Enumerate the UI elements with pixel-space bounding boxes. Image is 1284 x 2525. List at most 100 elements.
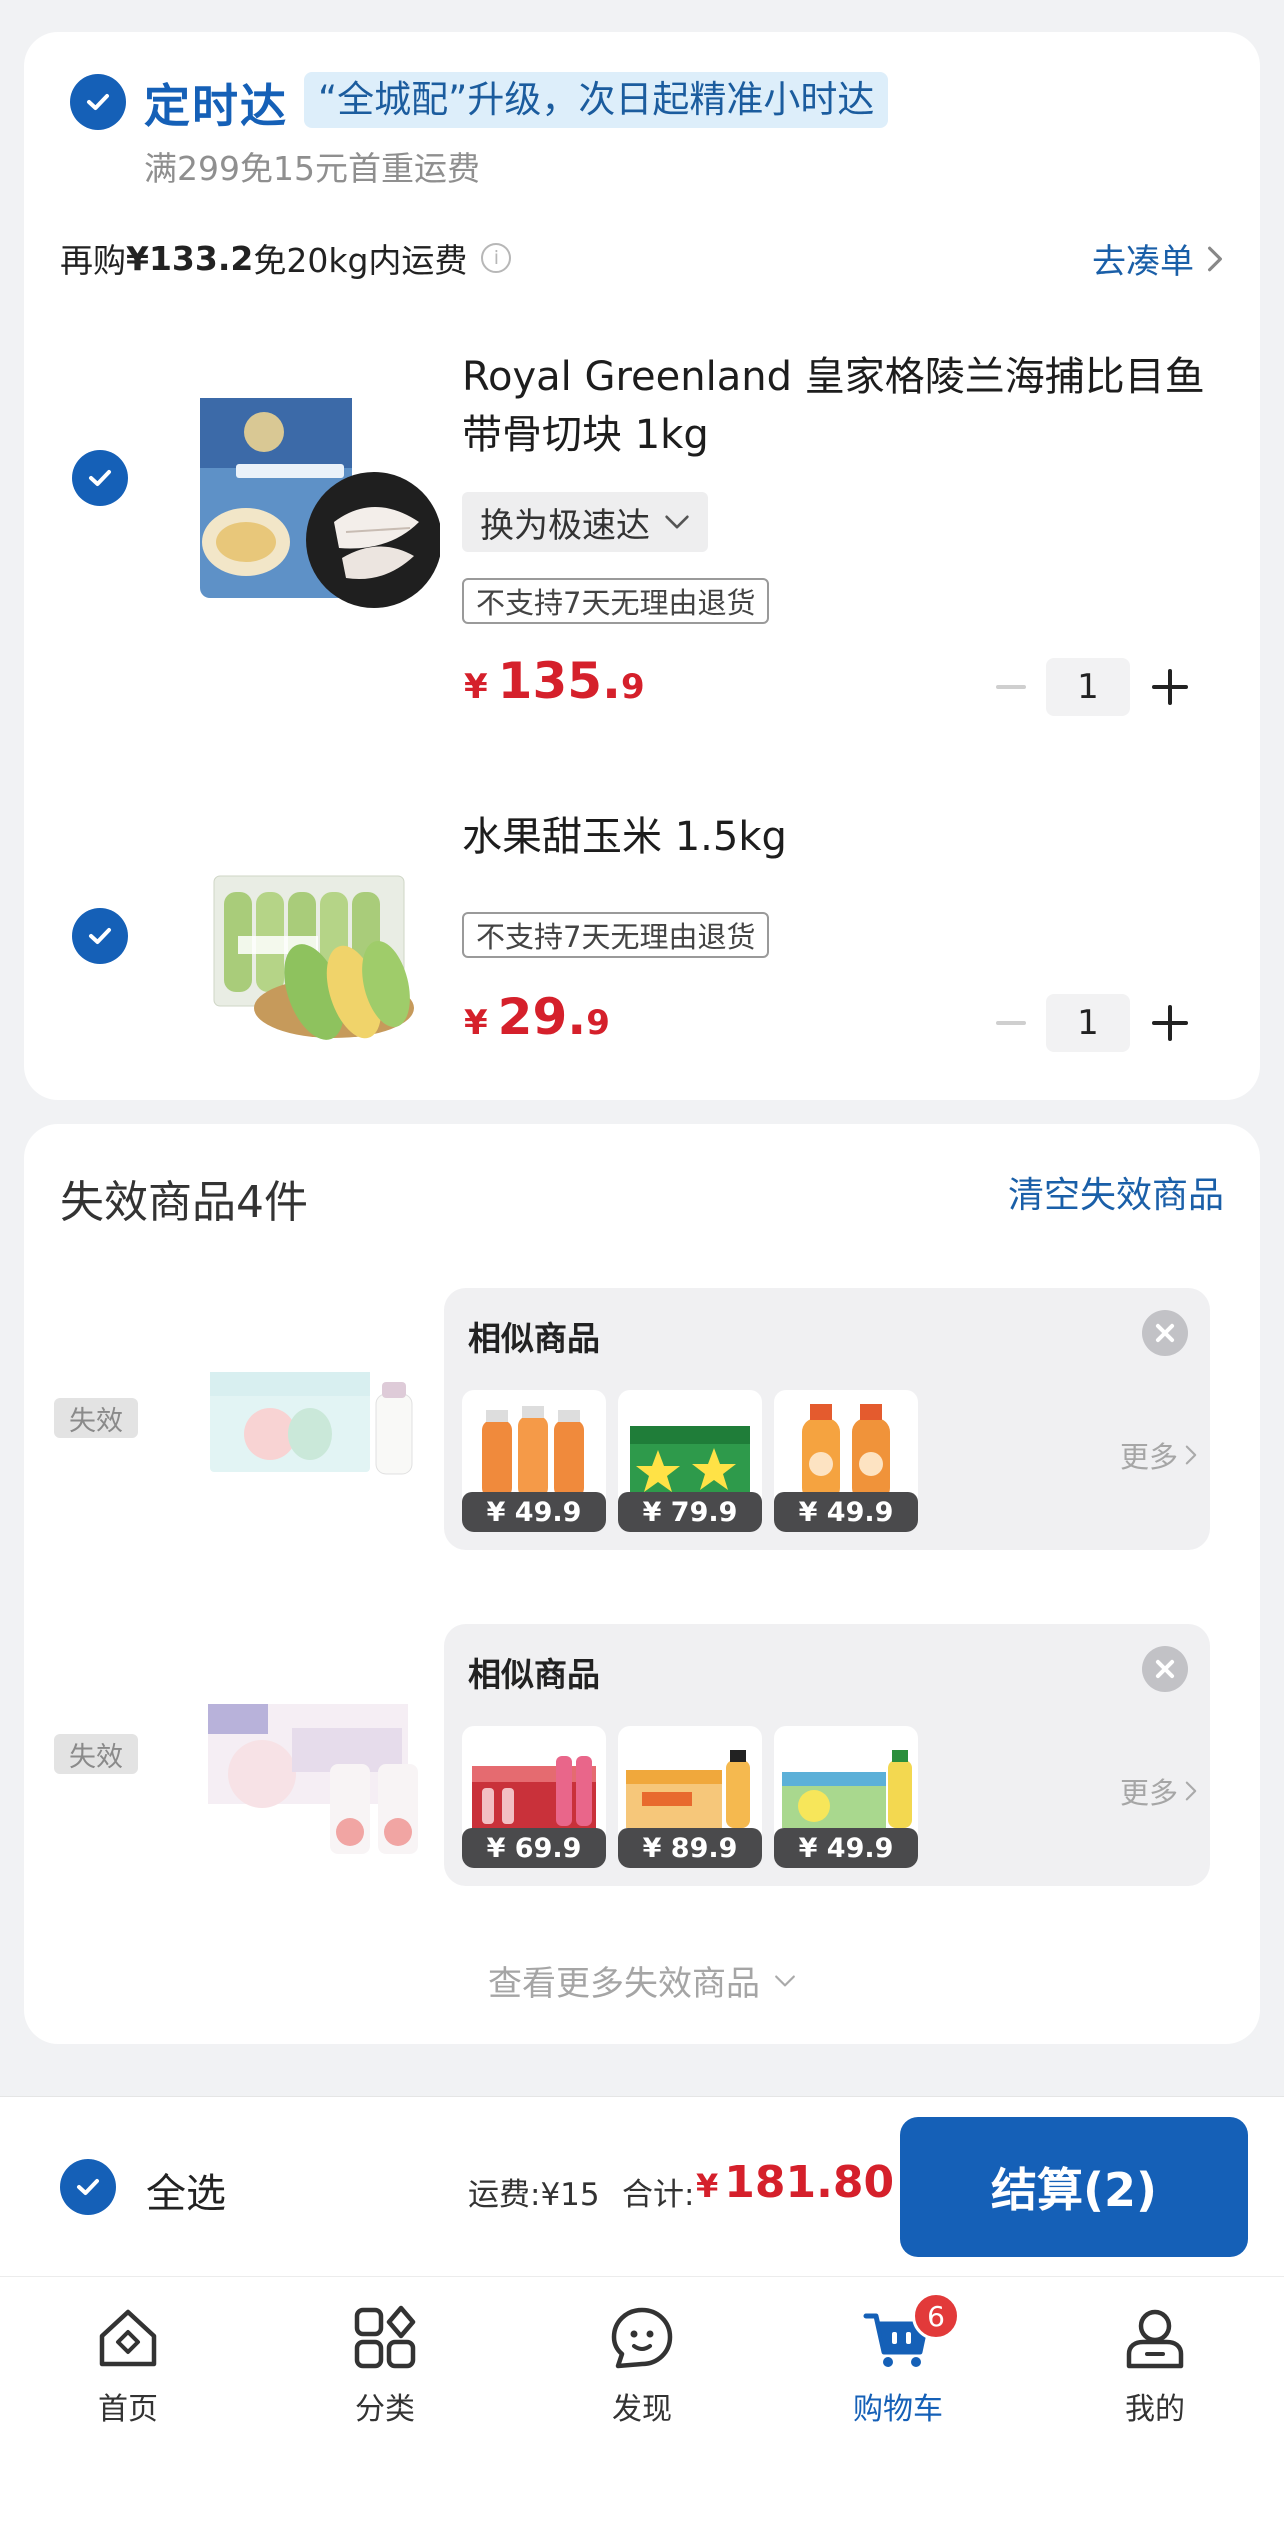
quantity-value[interactable]: 1 xyxy=(1046,994,1130,1052)
close-icon[interactable] xyxy=(1142,1646,1188,1692)
similar-product[interactable]: ¥ 79.9 xyxy=(618,1390,762,1532)
product-price: ¥ 135. 9 xyxy=(464,652,645,710)
price-integer: 135. xyxy=(497,652,622,710)
no-return-tag: 不支持7天无理由退货 xyxy=(462,912,770,958)
increase-button[interactable] xyxy=(1152,669,1188,705)
add-more-link[interactable]: 去凑单 xyxy=(1092,234,1224,283)
similar-product[interactable]: ¥ 49.9 xyxy=(774,1726,918,1868)
price-decimal: 9 xyxy=(586,1003,610,1043)
similar-title: 相似商品 xyxy=(468,1319,600,1358)
increase-button[interactable] xyxy=(1152,1005,1188,1041)
category-icon xyxy=(354,2305,416,2369)
invalid-header: 失效商品4件 xyxy=(60,1177,308,1228)
similar-price: ¥ 49.9 xyxy=(774,1828,918,1868)
invalid-badge: 失效 xyxy=(54,1398,138,1438)
product-title[interactable]: Royal Greenland 皇家格陵兰海捕比目鱼带骨切块 1kg xyxy=(462,348,1222,464)
tab-home[interactable]: 首页 xyxy=(48,2302,208,2428)
check-icon xyxy=(89,470,111,486)
profile-icon xyxy=(1126,2309,1184,2369)
checkout-bar: 全选 运费:¥15 合计: ¥ 181.80 结算(2) xyxy=(0,2096,1284,2276)
similar-product[interactable]: ¥ 89.9 xyxy=(618,1726,762,1868)
price-integer: 29. xyxy=(497,988,587,1046)
product-image-halibut[interactable] xyxy=(174,352,440,614)
tab-home-label: 首页 xyxy=(98,2392,158,2427)
clear-invalid-link[interactable]: 清空失效商品 xyxy=(1008,1166,1224,1218)
more-similar-link[interactable]: 更多 xyxy=(1120,1434,1198,1476)
chevron-right-icon xyxy=(1185,1445,1197,1465)
add-more-label: 去凑单 xyxy=(1092,242,1194,282)
similar-product[interactable]: ¥ 49.9 xyxy=(774,1390,918,1532)
similar-product[interactable]: ¥ 49.9 xyxy=(462,1390,606,1532)
similar-price: ¥ 89.9 xyxy=(618,1828,762,1868)
tab-cart-label: 购物车 xyxy=(853,2392,943,2427)
shipping-fee: 运费:¥15 xyxy=(468,2177,600,2213)
price-currency: ¥ xyxy=(464,1003,488,1043)
item-checkbox[interactable] xyxy=(72,908,128,964)
select-all-label[interactable]: 全选 xyxy=(146,2161,226,2219)
select-all-checkbox[interactable] xyxy=(60,2159,116,2215)
cart-count-badge: 6 xyxy=(912,2292,960,2340)
switch-delivery-dropdown[interactable]: 换为极速达 xyxy=(462,492,708,552)
similar-price: ¥ 49.9 xyxy=(774,1492,918,1532)
similar-products-panel: 相似商品 ¥ 49.9 ¥ 79.9 ¥ 49.9 更多 xyxy=(444,1288,1210,1550)
price-currency: ¥ xyxy=(464,667,488,707)
invalid-product-image[interactable] xyxy=(182,1664,442,1864)
no-return-tag: 不支持7天无理由退货 xyxy=(462,578,770,624)
delivery-checkbox[interactable] xyxy=(70,74,126,130)
info-icon[interactable]: i xyxy=(481,243,512,273)
total-currency: ¥ xyxy=(696,2167,719,2205)
delivery-name: 定时达 xyxy=(144,79,288,133)
home-icon xyxy=(99,2309,157,2367)
similar-title: 相似商品 xyxy=(468,1655,600,1694)
similar-price: ¥ 79.9 xyxy=(618,1492,762,1532)
decrease-button[interactable] xyxy=(996,1021,1026,1025)
product-price: ¥ 29. 9 xyxy=(464,988,610,1046)
freight-hint: 再购 ¥133.2 免20kg内运费 i xyxy=(60,234,512,282)
chevron-right-icon xyxy=(1185,1781,1197,1801)
chevron-down-icon xyxy=(665,515,689,529)
view-more-label: 查看更多失效商品 xyxy=(488,1964,760,2004)
switch-delivery-label: 换为极速达 xyxy=(480,505,650,546)
price-decimal: 9 xyxy=(621,667,645,707)
more-label: 更多 xyxy=(1119,1776,1178,1810)
close-icon[interactable] xyxy=(1142,1310,1188,1356)
product-image-corn[interactable] xyxy=(194,832,434,1052)
total-label: 合计: xyxy=(622,2177,695,2213)
invalid-badge: 失效 xyxy=(54,1734,138,1774)
tab-profile[interactable]: 我的 xyxy=(1075,2302,1235,2428)
freight-hint-amount: ¥133.2 xyxy=(126,238,254,278)
product-title[interactable]: 水果甜玉米 1.5kg xyxy=(462,808,1222,866)
freight-hint-suffix: 免20kg内运费 xyxy=(253,241,468,280)
decrease-button[interactable] xyxy=(996,685,1026,689)
item-checkbox[interactable] xyxy=(72,450,128,506)
tab-category[interactable]: 分类 xyxy=(305,2302,465,2428)
tab-cart[interactable]: 购物车 6 xyxy=(818,2292,978,2428)
similar-product[interactable]: ¥ 69.9 xyxy=(462,1726,606,1868)
similar-price: ¥ 69.9 xyxy=(462,1828,606,1868)
tab-discover[interactable]: 发现 xyxy=(562,2302,722,2428)
delivery-card: 定时达 “全城配”升级，次日起精准小时达 满299免15元首重运费 再购 ¥13… xyxy=(24,32,1260,1100)
chevron-down-icon xyxy=(775,1975,795,1986)
similar-price: ¥ 49.9 xyxy=(462,1492,606,1532)
check-icon xyxy=(89,928,111,944)
discover-icon xyxy=(611,2307,673,2369)
tab-discover-label: 发现 xyxy=(612,2392,672,2427)
more-similar-link[interactable]: 更多 xyxy=(1120,1770,1198,1812)
delivery-banner: “全城配”升级，次日起精准小时达 xyxy=(304,72,889,128)
total-amount: ¥ 181.80 xyxy=(696,2157,894,2208)
chevron-right-icon xyxy=(1208,246,1222,271)
tab-profile-label: 我的 xyxy=(1125,2392,1185,2427)
more-label: 更多 xyxy=(1119,1440,1178,1474)
view-more-invalid[interactable]: 查看更多失效商品 xyxy=(24,1956,1260,2005)
invalid-items-card: 失效商品4件 清空失效商品 失效 相似商品 ¥ 49.9 ¥ 79.9 ¥ 49… xyxy=(24,1124,1260,2044)
invalid-product-image[interactable] xyxy=(190,1354,430,1486)
freight-hint-prefix: 再购 xyxy=(60,241,126,280)
check-icon xyxy=(87,94,109,110)
quantity-value[interactable]: 1 xyxy=(1046,658,1130,716)
checkout-button[interactable]: 结算(2) xyxy=(900,2117,1248,2257)
similar-products-panel: 相似商品 ¥ 69.9 ¥ 89.9 ¥ 49.9 更多 xyxy=(444,1624,1210,1886)
check-icon xyxy=(77,2179,99,2195)
delivery-subtitle: 满299免15元首重运费 xyxy=(144,149,480,188)
tab-category-label: 分类 xyxy=(355,2392,415,2427)
total-value: 181.80 xyxy=(724,2157,895,2208)
